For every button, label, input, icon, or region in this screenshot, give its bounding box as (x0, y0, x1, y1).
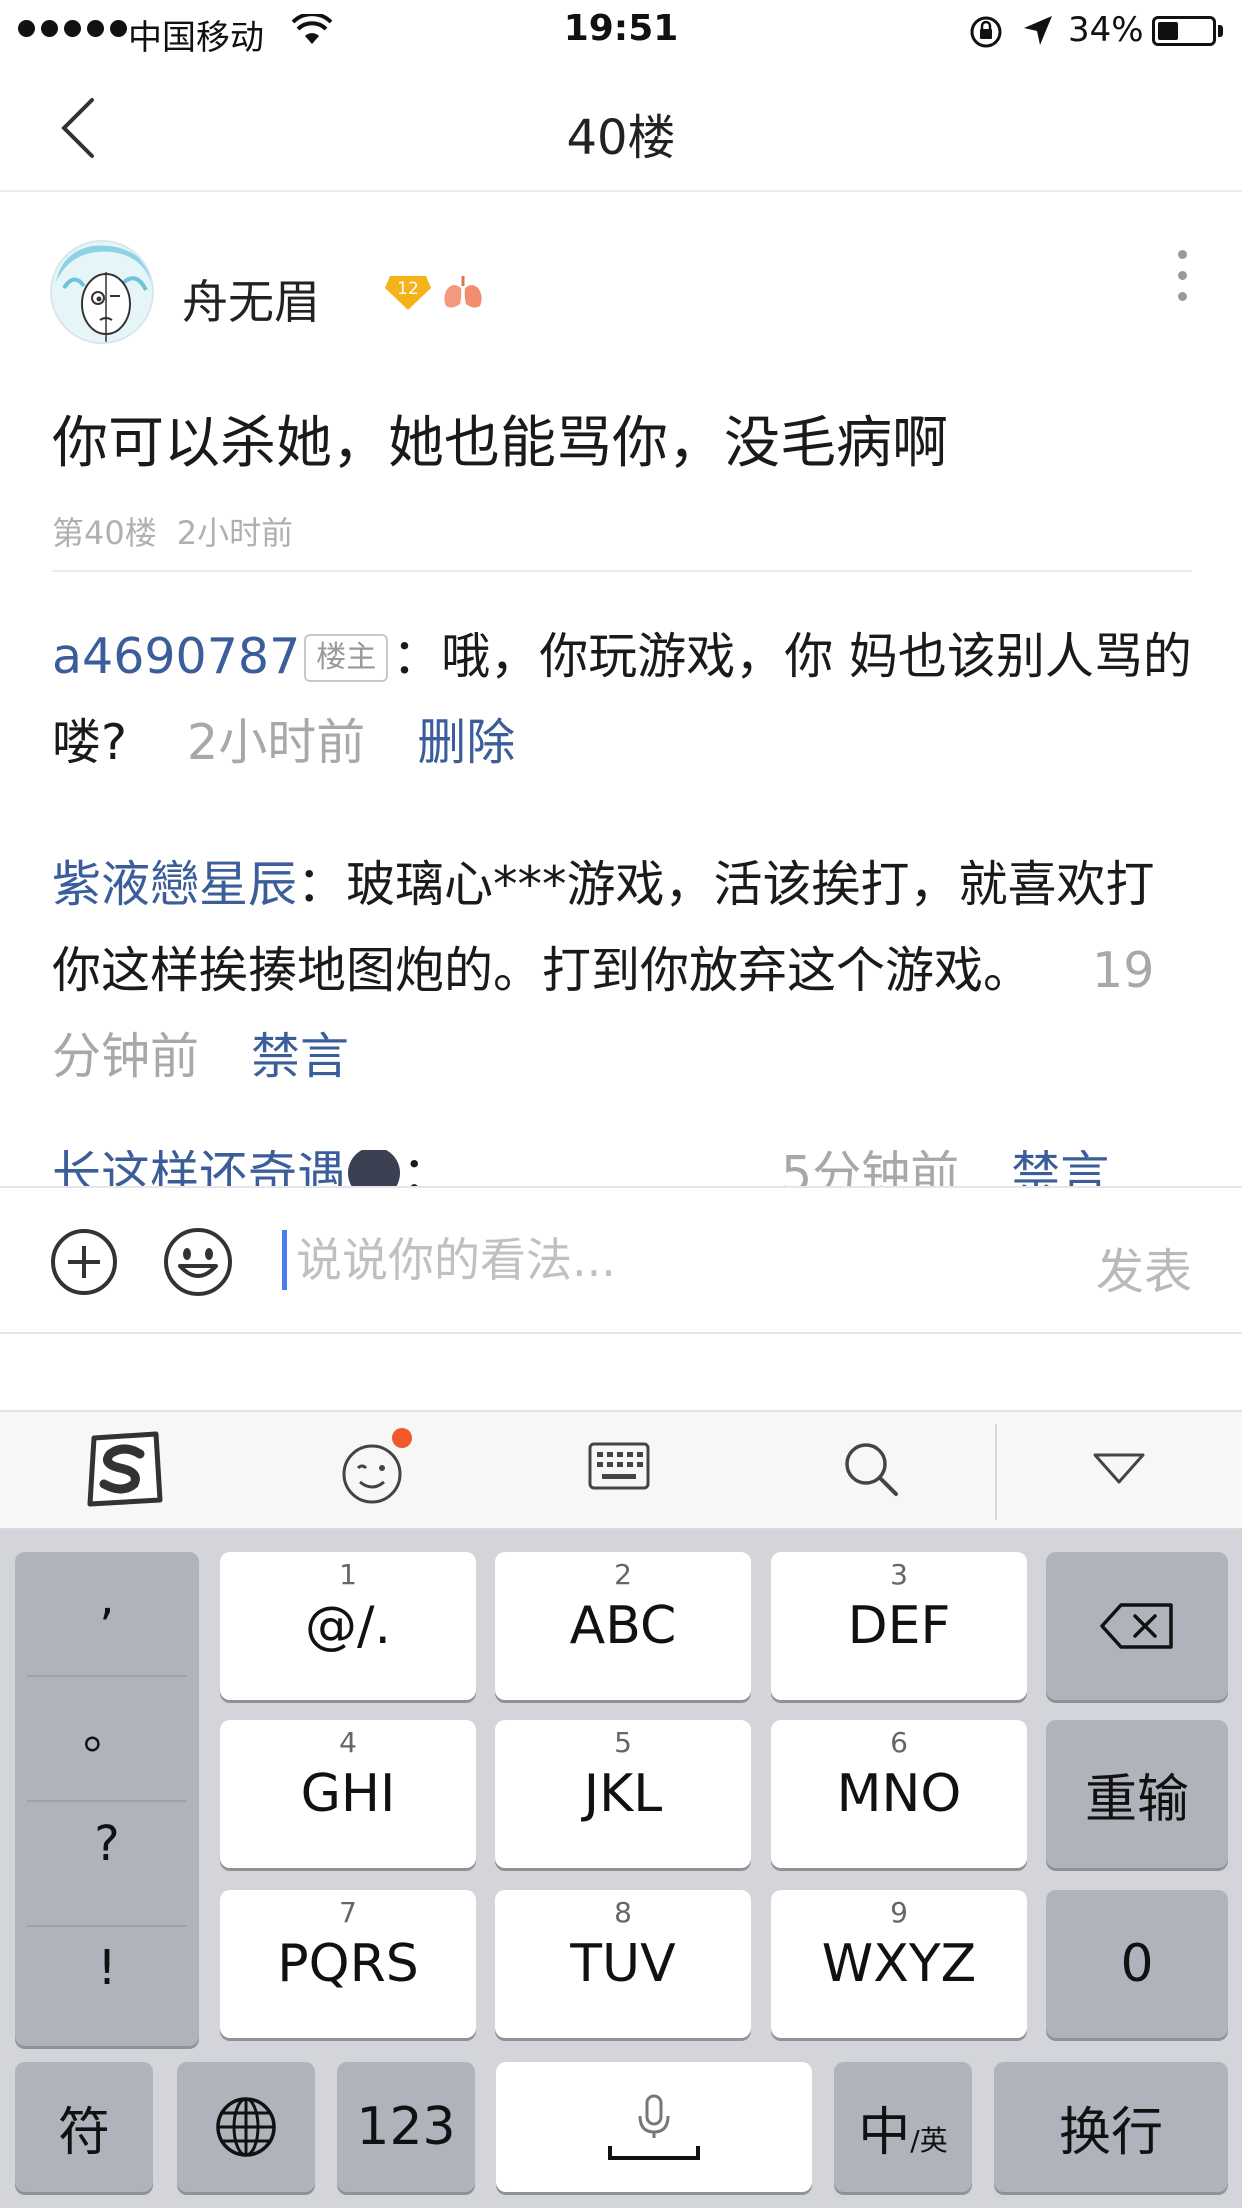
page-title: 40楼 (566, 110, 676, 166)
reply-username[interactable]: 长这样还奇遇 (52, 1150, 346, 1186)
key-7[interactable]: 7 PQRS (220, 1890, 476, 2038)
reply-time: 2小时前 (187, 714, 366, 771)
key-0[interactable]: 0 (1046, 1890, 1228, 2038)
status-bar: 中国移动 19:51 34% (0, 0, 1242, 64)
globe-icon (216, 2097, 276, 2157)
user-badge-icon (348, 1150, 401, 1186)
status-time: 19:51 (563, 8, 679, 49)
reply-time: 5分钟前 (781, 1150, 960, 1186)
post-meta: 第40楼 2小时前 (52, 508, 293, 554)
reply-item: 长这样还奇遇 ： 5分钟前 禁言 (52, 1150, 1202, 1186)
key-4[interactable]: 4 GHI (220, 1720, 476, 1868)
space-key[interactable] (496, 2062, 812, 2192)
comment-bar: 发表 (0, 1186, 1242, 1334)
collapse-keyboard-icon[interactable] (1092, 1452, 1146, 1486)
reinput-key[interactable]: 重输 (1046, 1720, 1228, 1868)
comment-input[interactable] (296, 1228, 1016, 1292)
punct-question-key[interactable]: ? (15, 1816, 199, 1940)
nav-bar: 40楼 (0, 64, 1242, 192)
location-arrow-icon (1024, 16, 1052, 45)
author-name[interactable]: 舟无眉 (182, 266, 320, 332)
key-3[interactable]: 3 DEF (771, 1552, 1027, 1700)
backspace-key[interactable] (1046, 1552, 1228, 1700)
key-9[interactable]: 9 WXYZ (771, 1890, 1027, 2038)
language-globe-key[interactable] (177, 2062, 315, 2192)
toolbar-divider (995, 1424, 997, 1520)
key-2[interactable]: 2 ABC (495, 1552, 751, 1700)
level-number: 12 (397, 279, 419, 299)
mute-link[interactable]: 禁言 (1011, 1150, 1109, 1186)
punctuation-column: , 。 ? ! (15, 1552, 199, 2046)
avatar[interactable] (50, 240, 154, 344)
key-8[interactable]: 8 TUV (495, 1890, 751, 2038)
reply-text: ： (402, 1150, 452, 1186)
op-tag: 楼主 (304, 634, 389, 682)
lung-badge-icon (444, 276, 482, 308)
key-1[interactable]: 1 @/. (220, 1552, 476, 1700)
keyboard: , 。 ? ! 1 @/. 2 ABC 3 DEF 4 GHI 5 JKL 6 MNO 重输 (0, 1530, 1242, 2208)
sogou-logo-icon[interactable] (84, 1430, 164, 1510)
return-key[interactable]: 换行 (994, 2062, 1228, 2192)
emoji-wink-icon[interactable] (340, 1426, 412, 1506)
reply-username[interactable]: 紫液戀星辰 (52, 856, 297, 913)
text-cursor (282, 1230, 287, 1290)
post-time: 2小时前 (176, 514, 294, 552)
level-badge-icon: 12 (385, 276, 431, 310)
reply-username[interactable]: a4690787 (52, 628, 300, 685)
battery-icon (1152, 16, 1216, 46)
more-options-icon[interactable] (1172, 250, 1192, 310)
keyboard-toolbar (0, 1410, 1242, 1530)
reply-item: a4690787 楼主 ：哦，你玩游戏，你 妈也该别人骂的喽? 2小时前 删除 (52, 614, 1202, 786)
rotation-lock-icon (970, 16, 1002, 48)
battery-percent: 34% (1068, 10, 1144, 50)
number-mode-key[interactable]: 123 (337, 2062, 475, 2192)
key-6[interactable]: 6 MNO (771, 1720, 1027, 1868)
chinese-english-toggle-key[interactable]: 中/英 (834, 2062, 972, 2192)
delete-link[interactable]: 删除 (417, 714, 515, 771)
post-body: 你可以杀她，她也能骂你，没毛病啊 (52, 411, 948, 476)
backspace-icon (1100, 1603, 1173, 1649)
divider (52, 570, 1192, 572)
punct-exclaim-key[interactable]: ! (15, 1940, 199, 2064)
send-button[interactable]: 发表 (1096, 1232, 1192, 1302)
reply-item: 紫液戀星辰：玻璃心***游戏，活该挨打，就喜欢打你这样挨揍地图炮的。打到你放弃这… (52, 842, 1202, 1100)
post-floor: 第40楼 (52, 514, 157, 552)
key-5[interactable]: 5 JKL (495, 1720, 751, 1868)
emoji-icon[interactable] (162, 1226, 234, 1298)
symbol-key[interactable]: 符 (15, 2062, 153, 2192)
post-author-row: 舟无眉 12 (50, 240, 1192, 350)
search-icon[interactable] (842, 1440, 900, 1498)
punct-period-key[interactable]: 。 (15, 1692, 199, 1816)
add-icon[interactable] (50, 1228, 118, 1296)
keyboard-icon[interactable] (588, 1442, 650, 1492)
mute-link[interactable]: 禁言 (251, 1028, 349, 1085)
microphone-icon (608, 2094, 700, 2160)
